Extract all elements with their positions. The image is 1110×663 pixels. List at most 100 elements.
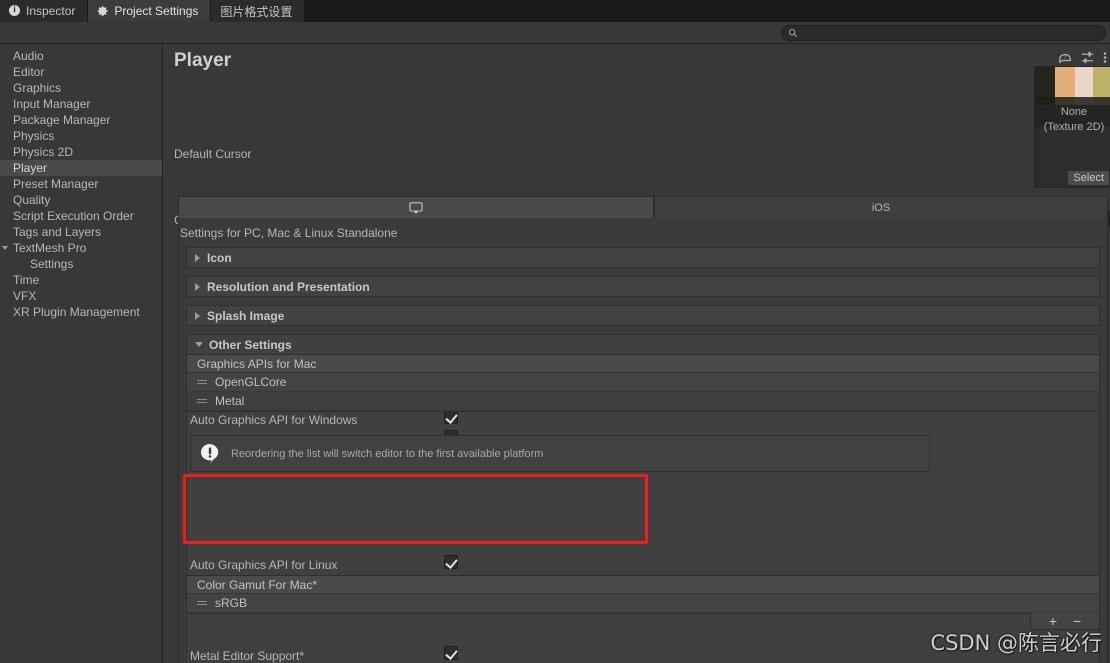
foldout-icon[interactable]: Icon — [186, 247, 1100, 268]
foldout-other-settings[interactable]: Other Settings — [186, 334, 1100, 355]
platform-tab-ios[interactable]: iOS — [654, 196, 1108, 218]
svg-text:?: ? — [1064, 55, 1067, 61]
sidebar-item-time[interactable]: Time — [0, 272, 162, 288]
select-button[interactable]: Select — [1068, 171, 1109, 185]
sidebar-item-script-execution-order[interactable]: Script Execution Order — [0, 208, 162, 224]
list-item[interactable]: OpenGLCore — [187, 373, 1099, 392]
foldout-resolution-and-presentation[interactable]: Resolution and Presentation — [186, 276, 1100, 297]
graphics-apis-mac-list[interactable]: Graphics APIs for Mac OpenGLCore Metal — [186, 354, 1100, 412]
foldout-splash-label: Splash Image — [207, 308, 285, 323]
sidebar-item-textmesh-pro[interactable]: TextMesh Pro — [0, 240, 162, 256]
foldout-other-settings-label: Other Settings — [209, 338, 292, 352]
chevron-right-icon — [195, 311, 200, 320]
tab-inspector-label: Inspector — [26, 4, 76, 18]
search-row — [0, 22, 1110, 44]
monitor-icon — [409, 201, 423, 214]
settings-for-label: Settings for PC, Mac & Linux Standalone — [180, 226, 398, 240]
sidebar-item-quality[interactable]: Quality — [0, 192, 162, 208]
search-icon — [788, 28, 798, 38]
sidebar-item-tags-and-layers[interactable]: Tags and Layers — [0, 224, 162, 240]
sidebar-item-label: Physics — [13, 129, 55, 143]
drag-handle-icon[interactable] — [197, 398, 207, 404]
sidebar-item-package-manager[interactable]: Package Manager — [0, 112, 162, 128]
default-cursor-texture-preview[interactable]: None (Texture 2D) Select — [1034, 66, 1110, 188]
drag-handle-icon[interactable] — [197, 600, 207, 606]
default-cursor-label: Default Cursor — [174, 147, 252, 161]
tab-image-format-settings[interactable]: 图片格式设置 — [211, 0, 306, 22]
sidebar-item-physics-2d[interactable]: Physics 2D — [0, 144, 162, 160]
tab-bar-filler — [305, 0, 1110, 22]
sidebar-item-label: Preset Manager — [13, 177, 99, 191]
sidebar-item-label: Settings — [30, 257, 74, 271]
auto-graphics-api-linux-checkbox[interactable] — [444, 555, 458, 569]
window-tab-bar: Inspector Project Settings 图片格式设置 — [0, 0, 1110, 22]
sidebar-item-graphics[interactable]: Graphics — [0, 80, 162, 96]
sidebar-item-physics[interactable]: Physics — [0, 128, 162, 144]
sidebar-item-label: Tags and Layers — [13, 225, 102, 239]
sidebar-item-audio[interactable]: Audio — [0, 48, 162, 64]
sidebar-item-label: VFX — [13, 289, 37, 303]
sidebar-item-preset-manager[interactable]: Preset Manager — [0, 176, 162, 192]
sidebar-item-label: Editor — [13, 65, 45, 79]
tab-project-settings-label: Project Settings — [114, 4, 199, 18]
platform-tab-ios-label: iOS — [871, 201, 891, 214]
list-item[interactable]: Metal — [187, 392, 1099, 411]
foldout-resolution-label: Resolution and Presentation — [207, 279, 370, 294]
sidebar-item-label: Graphics — [13, 81, 62, 95]
chevron-right-icon — [195, 253, 200, 262]
sidebar-item-label: Input Manager — [13, 97, 91, 111]
search-input[interactable] — [781, 25, 1106, 41]
foldout-icon-label: Icon — [207, 250, 232, 265]
auto-graphics-api-linux-label: Auto Graphics API for Linux — [190, 558, 338, 572]
reorder-warning-text: Reordering the list will switch editor t… — [231, 447, 544, 460]
foldout-splash-image[interactable]: Splash Image — [186, 305, 1100, 326]
auto-graphics-api-windows-checkbox[interactable] — [444, 410, 458, 424]
list-item[interactable]: sRGB — [187, 594, 1099, 613]
remove-color-gamut-button[interactable]: − — [1073, 614, 1081, 628]
help-icon[interactable]: ? — [1058, 51, 1072, 64]
auto-graphics-api-windows-label: Auto Graphics API for Windows — [190, 413, 358, 427]
unity-project-settings-window: Inspector Project Settings 图片格式设置 Audio … — [0, 0, 1110, 663]
metal-editor-support-label: Metal Editor Support* — [190, 649, 305, 663]
sidebar-item-textmesh-pro-settings[interactable]: Settings — [0, 256, 162, 272]
sidebar-item-player[interactable]: Player — [0, 160, 162, 176]
sidebar-item-xr-plugin-management[interactable]: XR Plugin Management — [0, 304, 162, 320]
texture-value-line1: None — [1060, 106, 1088, 118]
sidebar-item-label: TextMesh Pro — [13, 241, 87, 255]
color-gamut-mac-list[interactable]: Color Gamut For Mac* sRGB — [186, 575, 1100, 614]
chevron-right-icon — [195, 282, 200, 291]
sidebar-item-editor[interactable]: Editor — [0, 64, 162, 80]
tab-project-settings[interactable]: Project Settings — [88, 0, 212, 22]
sidebar-item-label: Audio — [13, 49, 44, 63]
sidebar-item-input-manager[interactable]: Input Manager — [0, 96, 162, 112]
csdn-watermark: CSDN @陈言必行 — [930, 631, 1102, 655]
graphics-api-item-label: OpenGLCore — [215, 374, 287, 389]
sidebar-item-vfx[interactable]: VFX — [0, 288, 162, 304]
sidebar-item-label: Player — [13, 161, 48, 175]
sidebar-item-label: Package Manager — [13, 113, 111, 127]
color-gamut-item-label: sRGB — [215, 595, 248, 610]
preset-icon[interactable] — [1081, 51, 1094, 64]
tab-inspector[interactable]: Inspector — [0, 0, 89, 22]
metal-editor-support-checkbox[interactable] — [444, 646, 458, 660]
drag-handle-icon[interactable] — [197, 379, 207, 385]
graphics-api-item-label: Metal — [215, 393, 245, 408]
graphics-apis-mac-header: Graphics APIs for Mac — [187, 355, 1099, 373]
reorder-warning-helpbox: Reordering the list will switch editor t… — [190, 435, 930, 472]
chevron-down-icon[interactable] — [2, 246, 8, 253]
panel-header-icons: ? — [1058, 51, 1108, 64]
platform-tab-standalone[interactable] — [178, 196, 654, 218]
sidebar-item-label: Quality — [13, 193, 51, 207]
sidebar-item-label: Physics 2D — [13, 145, 74, 159]
texture-value-line2: (Texture 2D) — [1043, 121, 1105, 133]
sidebar-item-label: XR Plugin Management — [13, 305, 140, 319]
chevron-down-icon — [195, 341, 203, 351]
texture-value: None (Texture 2D) — [1035, 105, 1110, 135]
add-color-gamut-button[interactable]: + — [1049, 614, 1057, 628]
info-circle-icon — [9, 4, 21, 17]
more-menu-icon[interactable] — [1103, 51, 1108, 64]
platform-tab-bar[interactable]: iOS — [178, 196, 1108, 218]
sidebar-item-label: Time — [13, 273, 40, 287]
sidebar-item-label: Script Execution Order — [13, 209, 134, 223]
settings-category-sidebar[interactable]: Audio Editor Graphics Input Manager Pack… — [0, 44, 163, 663]
